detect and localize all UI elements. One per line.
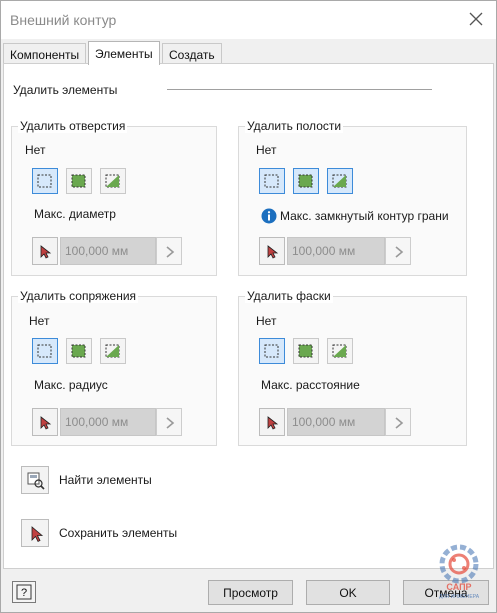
tab-create[interactable]: Создать xyxy=(162,43,222,64)
max-distance-input[interactable]: 100,000 мм xyxy=(287,408,385,436)
ok-button[interactable]: OK xyxy=(306,580,390,605)
mode-range-button[interactable] xyxy=(327,338,353,364)
tab-components[interactable]: Компоненты xyxy=(3,43,87,64)
mode-range-button[interactable] xyxy=(327,168,353,194)
value-stepper[interactable] xyxy=(156,408,182,436)
dialog-window: Внешний контур Компоненты Элементы Созда… xyxy=(0,0,497,613)
tab-bar: Компоненты Элементы Создать xyxy=(3,41,494,65)
window-title: Внешний контур xyxy=(10,12,117,28)
input-value: 100,000 мм xyxy=(65,244,129,258)
save-features-button[interactable] xyxy=(21,519,49,547)
mode-range-button[interactable] xyxy=(100,338,126,364)
watermark-logo: САПР ДЛЯ ИНЖЕНЕРА xyxy=(434,540,484,600)
group-remove-pockets: Удалить полости Нет Макс. замкнутый конт… xyxy=(238,119,467,276)
close-icon[interactable] xyxy=(466,9,486,29)
max-radius-input[interactable]: 100,000 мм xyxy=(60,408,156,436)
mode-none-button[interactable] xyxy=(32,338,58,364)
value-stepper[interactable] xyxy=(385,237,411,265)
save-features-label: Сохранить элементы xyxy=(59,526,178,540)
input-value: 100,000 мм xyxy=(292,415,356,429)
mode-none-button[interactable] xyxy=(259,338,285,364)
param-label: Макс. расстояние xyxy=(261,378,360,392)
pick-button[interactable] xyxy=(32,237,58,265)
pick-button[interactable] xyxy=(259,237,285,265)
section-divider xyxy=(167,89,432,90)
group-title: Удалить отверстия xyxy=(18,119,128,133)
help-button[interactable]: ? xyxy=(12,581,36,603)
tab-features[interactable]: Элементы xyxy=(88,41,160,65)
input-value: 100,000 мм xyxy=(292,244,356,258)
group-title: Удалить сопряжения xyxy=(18,289,139,303)
mode-label: Нет xyxy=(256,143,277,157)
mode-all-button[interactable] xyxy=(293,168,319,194)
value-stepper[interactable] xyxy=(156,237,182,265)
find-features-button[interactable] xyxy=(21,466,49,494)
info-icon xyxy=(261,208,277,227)
mode-none-button[interactable] xyxy=(259,168,285,194)
watermark-bottom-text: ДЛЯ ИНЖЕНЕРА xyxy=(439,594,480,600)
input-value: 100,000 мм xyxy=(65,415,129,429)
mode-range-button[interactable] xyxy=(100,168,126,194)
param-label: Макс. диаметр xyxy=(34,207,116,221)
mode-none-button[interactable] xyxy=(32,168,58,194)
value-stepper[interactable] xyxy=(385,408,411,436)
pick-button[interactable] xyxy=(32,408,58,436)
group-title: Удалить полости xyxy=(245,119,344,133)
mode-all-button[interactable] xyxy=(293,338,319,364)
mode-label: Нет xyxy=(25,143,46,157)
find-features-label: Найти элементы xyxy=(59,473,152,487)
title-bar: Внешний контур xyxy=(1,1,496,39)
mode-all-button[interactable] xyxy=(66,338,92,364)
param-label: Макс. радиус xyxy=(34,378,108,392)
pick-button[interactable] xyxy=(259,408,285,436)
group-remove-fillets: Удалить сопряжения Нет Макс. радиус 100,… xyxy=(11,289,217,446)
group-title: Удалить фаски xyxy=(245,289,333,303)
mode-all-button[interactable] xyxy=(66,168,92,194)
watermark-top-text: САПР xyxy=(446,582,471,592)
max-face-loop-input[interactable]: 100,000 мм xyxy=(287,237,385,265)
mode-label: Нет xyxy=(256,314,277,328)
param-label: Макс. замкнутый контур грани xyxy=(280,209,449,223)
group-remove-holes: Удалить отверстия Нет Макс. диаметр 100,… xyxy=(11,119,217,276)
features-panel: Удалить элементы Удалить отверстия Нет М… xyxy=(3,63,494,569)
mode-label: Нет xyxy=(29,314,50,328)
group-remove-chamfers: Удалить фаски Нет Макс. расстояние 100,0… xyxy=(238,289,467,446)
max-diameter-input[interactable]: 100,000 мм xyxy=(60,237,156,265)
preview-button[interactable]: Просмотр xyxy=(208,580,293,605)
help-glyph: ? xyxy=(21,587,27,599)
section-title: Удалить элементы xyxy=(13,83,118,97)
